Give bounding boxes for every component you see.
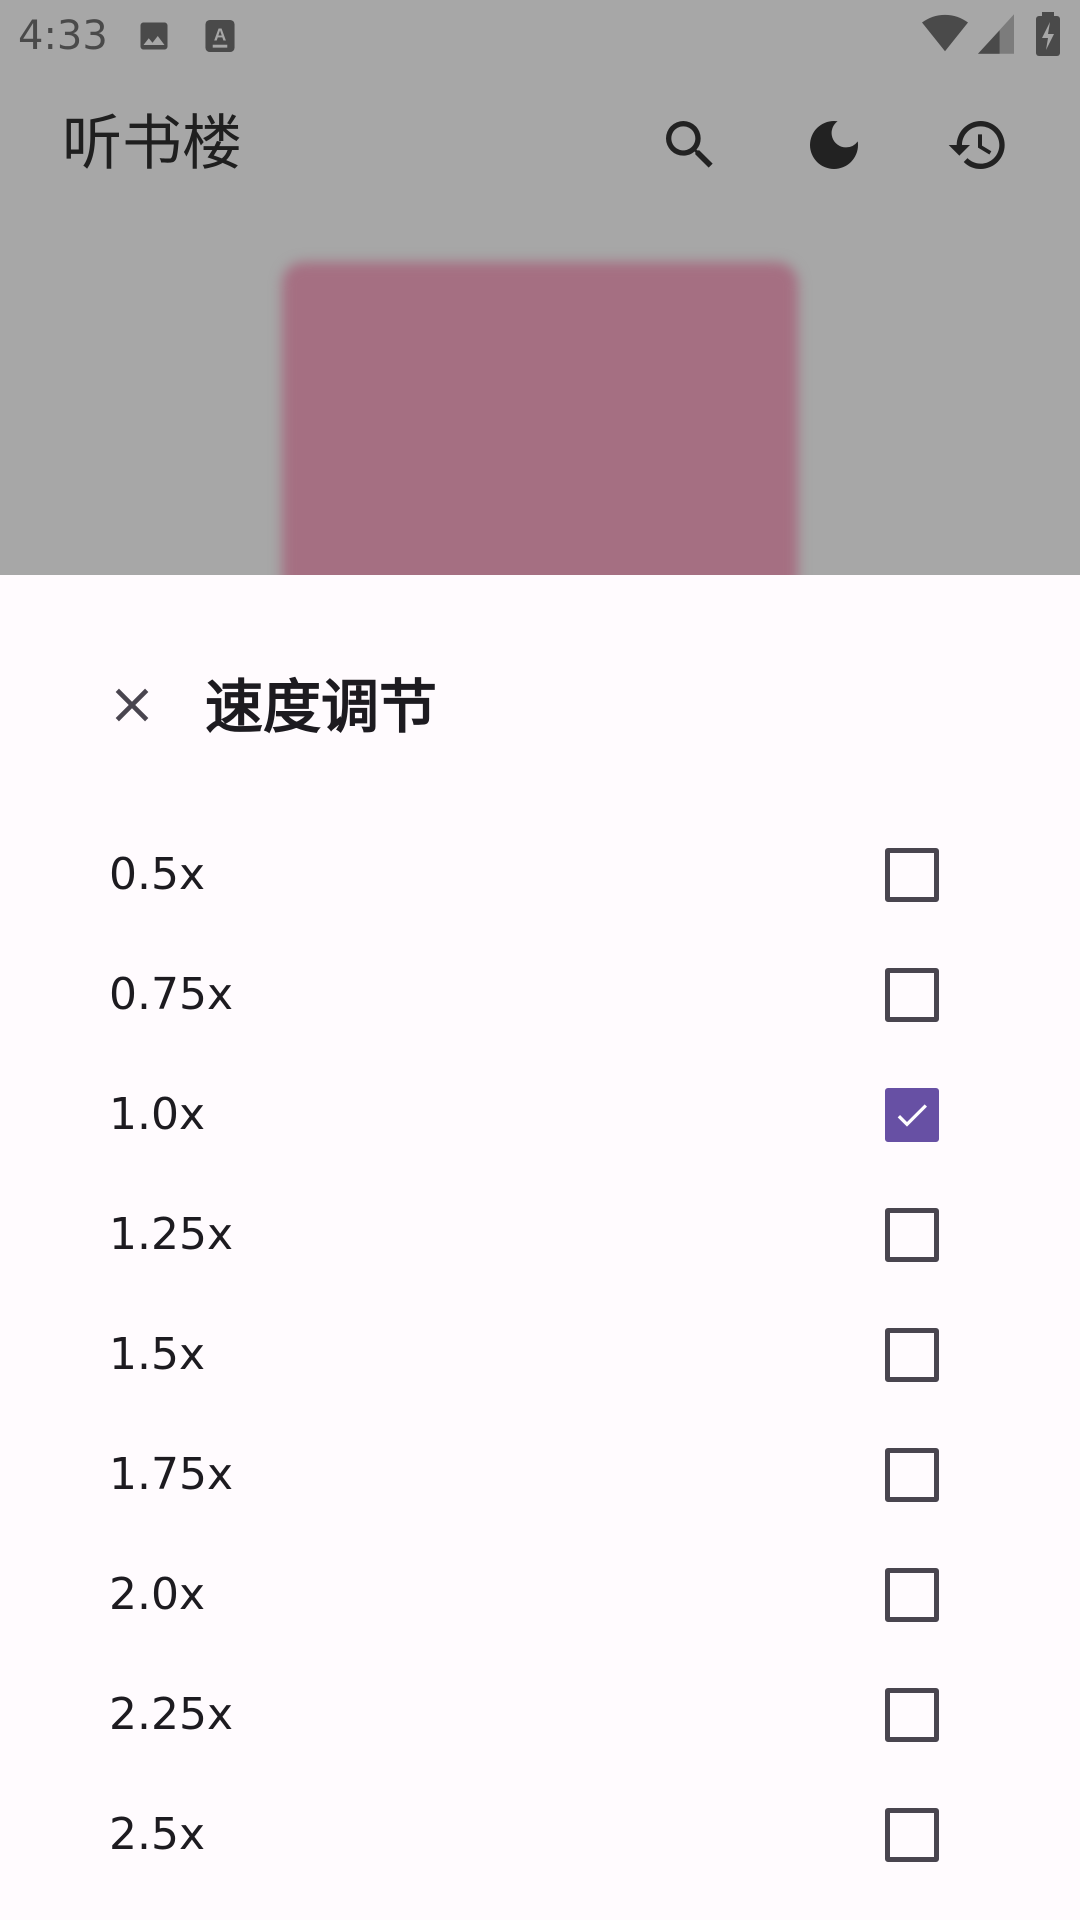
speed-option-label: 1.0x <box>109 1089 206 1140</box>
speed-checkbox[interactable] <box>885 848 939 902</box>
speed-checkbox[interactable] <box>885 968 939 1022</box>
speed-option-label: 1.25x <box>109 1209 234 1260</box>
speed-options-list: 0.5x 0.75x 1.0x 1.25x 1.5x 1.75x 2.0x 2.… <box>0 815 1080 1895</box>
speed-option-label: 1.75x <box>109 1449 234 1500</box>
wifi-icon <box>922 14 968 58</box>
speed-option-2-5x[interactable]: 2.5x <box>0 1775 1080 1895</box>
speed-option-label: 2.5x <box>109 1809 206 1860</box>
speed-option-label: 2.0x <box>109 1569 206 1620</box>
app-bar: 听书楼 <box>0 72 1080 222</box>
speed-sheet: 速度调节 0.5x 0.75x 1.0x 1.25x 1.5x 1.75x 2.… <box>0 575 1080 1920</box>
sheet-title: 速度调节 <box>205 673 438 741</box>
speed-checkbox[interactable] <box>885 1208 939 1262</box>
speed-option-0-75x[interactable]: 0.75x <box>0 935 1080 1055</box>
signal-icon <box>978 14 1014 58</box>
speed-checkbox[interactable] <box>885 1808 939 1862</box>
text-notification-icon: A <box>204 18 236 58</box>
app-title: 听书楼 <box>62 109 242 179</box>
history-button[interactable] <box>938 107 1018 187</box>
speed-option-0-5x[interactable]: 0.5x <box>0 815 1080 935</box>
sheet-header: 速度调节 <box>0 575 1080 815</box>
search-button[interactable] <box>650 107 730 187</box>
close-button[interactable] <box>92 667 172 747</box>
speed-option-1-5x[interactable]: 1.5x <box>0 1295 1080 1415</box>
speed-option-label: 0.75x <box>109 969 234 1020</box>
book-cover <box>282 262 798 602</box>
speed-option-2-0x[interactable]: 2.0x <box>0 1535 1080 1655</box>
speed-checkbox[interactable] <box>885 1448 939 1502</box>
speed-checkbox-checked[interactable] <box>885 1088 939 1142</box>
speed-option-1-25x[interactable]: 1.25x <box>0 1175 1080 1295</box>
speed-checkbox[interactable] <box>885 1568 939 1622</box>
battery-charging-icon <box>1036 12 1060 60</box>
close-icon <box>104 677 160 737</box>
svg-text:A: A <box>214 24 227 44</box>
image-icon <box>136 18 172 58</box>
speed-option-2-25x[interactable]: 2.25x <box>0 1655 1080 1775</box>
dark-mode-button[interactable] <box>794 107 874 187</box>
check-icon <box>897 1104 927 1127</box>
speed-checkbox[interactable] <box>885 1688 939 1742</box>
history-icon <box>946 113 1010 181</box>
speed-option-label: 1.5x <box>109 1329 206 1380</box>
dark-mode-icon <box>802 113 866 181</box>
speed-option-label: 0.5x <box>109 849 206 900</box>
search-icon <box>658 113 722 181</box>
speed-option-label: 2.25x <box>109 1689 234 1740</box>
speed-option-1-75x[interactable]: 1.75x <box>0 1415 1080 1535</box>
speed-checkbox[interactable] <box>885 1328 939 1382</box>
status-bar: 4:33 A <box>0 0 1080 72</box>
status-time: 4:33 <box>18 13 108 59</box>
speed-option-1-0x[interactable]: 1.0x <box>0 1055 1080 1175</box>
